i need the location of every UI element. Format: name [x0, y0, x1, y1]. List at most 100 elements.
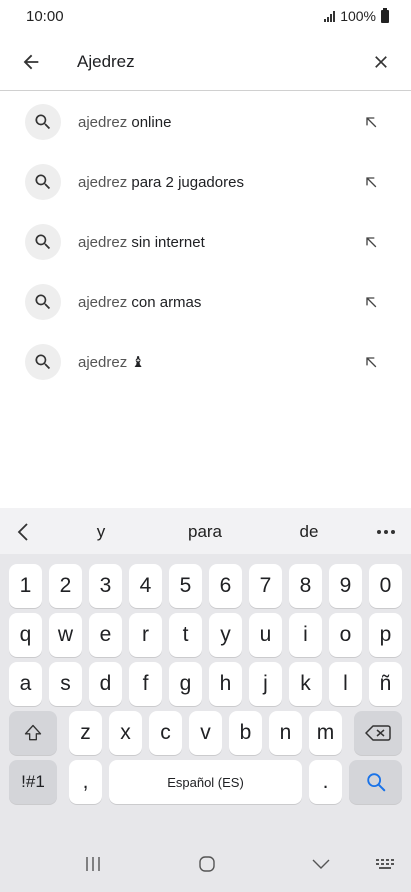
recent-apps-icon [86, 857, 100, 871]
backspace-key[interactable] [354, 711, 402, 755]
home-icon [199, 856, 215, 872]
signal-icon [324, 10, 336, 22]
key[interactable]: j [249, 662, 282, 706]
fill-query-arrow-icon[interactable] [359, 170, 383, 194]
key[interactable]: 6 [209, 564, 242, 608]
clear-search-button[interactable] [365, 46, 397, 78]
suggestion-text: ajedrez ♝ [78, 354, 145, 371]
search-icon [25, 284, 61, 320]
key[interactable]: p [369, 613, 402, 657]
search-icon [25, 164, 61, 200]
key[interactable]: y [209, 613, 242, 657]
key[interactable]: v [189, 711, 222, 755]
search-key[interactable] [349, 760, 402, 804]
suggestion-item[interactable]: ajedrez online [0, 92, 411, 152]
key[interactable]: t [169, 613, 202, 657]
key[interactable]: 3 [89, 564, 122, 608]
search-bar [0, 34, 411, 91]
suggestion-list: ajedrez online ajedrez para 2 jugadores … [0, 92, 411, 392]
battery-icon [381, 7, 389, 23]
key[interactable]: z [69, 711, 102, 755]
shift-key[interactable] [9, 711, 57, 755]
space-key[interactable]: Español (ES) [109, 760, 302, 804]
key[interactable]: d [89, 662, 122, 706]
status-bar: 10:00 100% [0, 0, 411, 34]
suggestion-text: ajedrez para 2 jugadores [78, 173, 244, 191]
search-icon [25, 344, 61, 380]
key[interactable]: 4 [129, 564, 162, 608]
navigation-bar [0, 834, 411, 892]
chevron-left-icon [17, 523, 28, 541]
prediction-collapse-button[interactable] [10, 518, 38, 546]
key[interactable]: i [289, 613, 322, 657]
key[interactable]: s [49, 662, 82, 706]
key[interactable]: ñ [369, 662, 402, 706]
key[interactable]: 5 [169, 564, 202, 608]
keyboard: y para de 1 2 3 4 5 6 7 8 9 0 q w e r t … [0, 508, 411, 892]
shift-icon [24, 724, 42, 741]
key[interactable]: 7 [249, 564, 282, 608]
key[interactable]: f [129, 662, 162, 706]
fill-query-arrow-icon[interactable] [359, 290, 383, 314]
suggestion-item[interactable]: ajedrez con armas [0, 272, 411, 332]
key[interactable]: 0 [369, 564, 402, 608]
key[interactable]: b [229, 711, 262, 755]
fill-query-arrow-icon[interactable] [359, 350, 383, 374]
symbols-key[interactable]: !#1 [9, 760, 57, 804]
recent-apps-button[interactable] [79, 852, 107, 876]
suggestion-item[interactable]: ajedrez para 2 jugadores [0, 152, 411, 212]
key[interactable]: x [109, 711, 142, 755]
search-input[interactable] [77, 48, 357, 76]
search-icon [25, 224, 61, 260]
key[interactable]: 2 [49, 564, 82, 608]
key[interactable]: a [9, 662, 42, 706]
key[interactable]: g [169, 662, 202, 706]
number-row: 1 2 3 4 5 6 7 8 9 0 [0, 564, 411, 608]
more-options-icon[interactable] [372, 518, 400, 546]
battery-percent: 100% [340, 8, 376, 24]
key[interactable]: n [269, 711, 302, 755]
key[interactable]: 9 [329, 564, 362, 608]
key[interactable]: k [289, 662, 322, 706]
keyboard-switch-button[interactable] [372, 852, 400, 876]
close-icon [375, 56, 387, 68]
key[interactable]: l [329, 662, 362, 706]
suggestion-text: ajedrez sin internet [78, 233, 205, 251]
prediction-word[interactable]: y [97, 522, 106, 542]
key[interactable]: w [49, 613, 82, 657]
status-time: 10:00 [26, 8, 64, 25]
suggestion-text: ajedrez con armas [78, 293, 202, 311]
suggestion-item[interactable]: ajedrez ♝ [0, 332, 411, 392]
home-button[interactable] [193, 852, 221, 876]
prediction-word[interactable]: para [188, 522, 222, 542]
search-icon [366, 773, 385, 792]
fill-query-arrow-icon[interactable] [359, 230, 383, 254]
prediction-bar: y para de [0, 508, 411, 554]
key[interactable]: q [9, 613, 42, 657]
letter-row-2: a s d f g h j k l ñ [0, 662, 411, 706]
search-icon [25, 104, 61, 140]
key[interactable]: u [249, 613, 282, 657]
keyboard-icon [376, 859, 394, 869]
back-button[interactable] [15, 46, 47, 78]
key[interactable]: 1 [9, 564, 42, 608]
arrow-left-icon [23, 54, 39, 70]
key[interactable]: 8 [289, 564, 322, 608]
status-indicators: 100% [324, 7, 389, 24]
suggestion-text: ajedrez online [78, 113, 172, 131]
key[interactable]: r [129, 613, 162, 657]
comma-key[interactable]: , [69, 760, 102, 804]
back-nav-button[interactable] [307, 852, 335, 876]
key[interactable]: o [329, 613, 362, 657]
suggestion-item[interactable]: ajedrez sin internet [0, 212, 411, 272]
period-key[interactable]: . [309, 760, 342, 804]
backspace-icon [365, 725, 391, 741]
letter-row-3: z x c v b n m [0, 711, 411, 755]
key[interactable]: c [149, 711, 182, 755]
prediction-word[interactable]: de [300, 522, 319, 542]
fill-query-arrow-icon[interactable] [359, 110, 383, 134]
key-area: 1 2 3 4 5 6 7 8 9 0 q w e r t y u i o p … [0, 554, 411, 834]
key[interactable]: e [89, 613, 122, 657]
key[interactable]: h [209, 662, 242, 706]
key[interactable]: m [309, 711, 342, 755]
